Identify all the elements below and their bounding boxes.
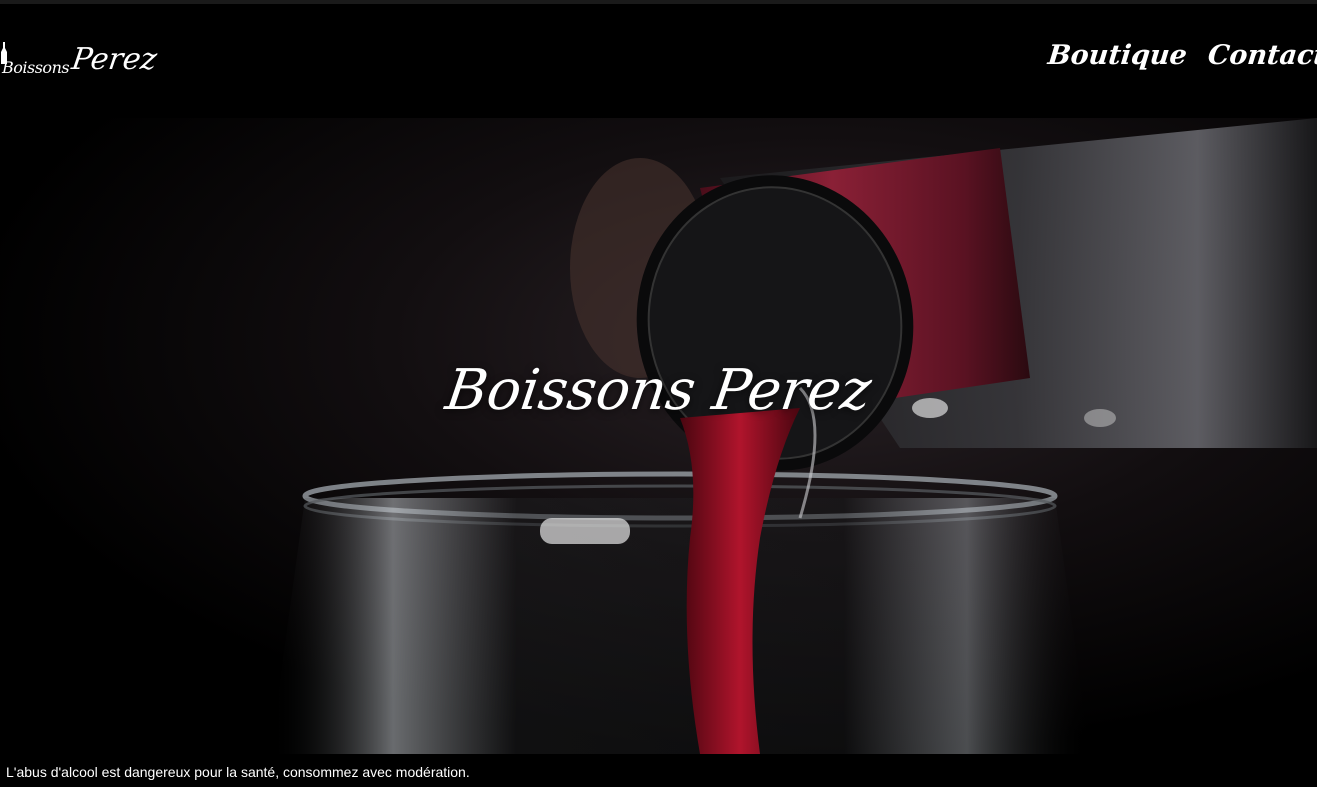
hero-title: Boissons Perez [441,358,876,423]
site-logo[interactable]: Boissons Perez [0,40,159,86]
health-warning: L'abus d'alcool est dangereux pour la sa… [6,764,470,780]
nav-link-contact[interactable]: Contact [1206,40,1317,71]
hero-video: Boissons Perez [0,118,1317,754]
logo-text-small: Boissons [2,58,70,77]
nav-link-boutique[interactable]: Boutique [1046,40,1188,71]
site-header: Boissons Perez Boutique Contact [0,4,1317,118]
logo-text-big: Perez [69,42,159,77]
hero-image [0,118,1317,754]
